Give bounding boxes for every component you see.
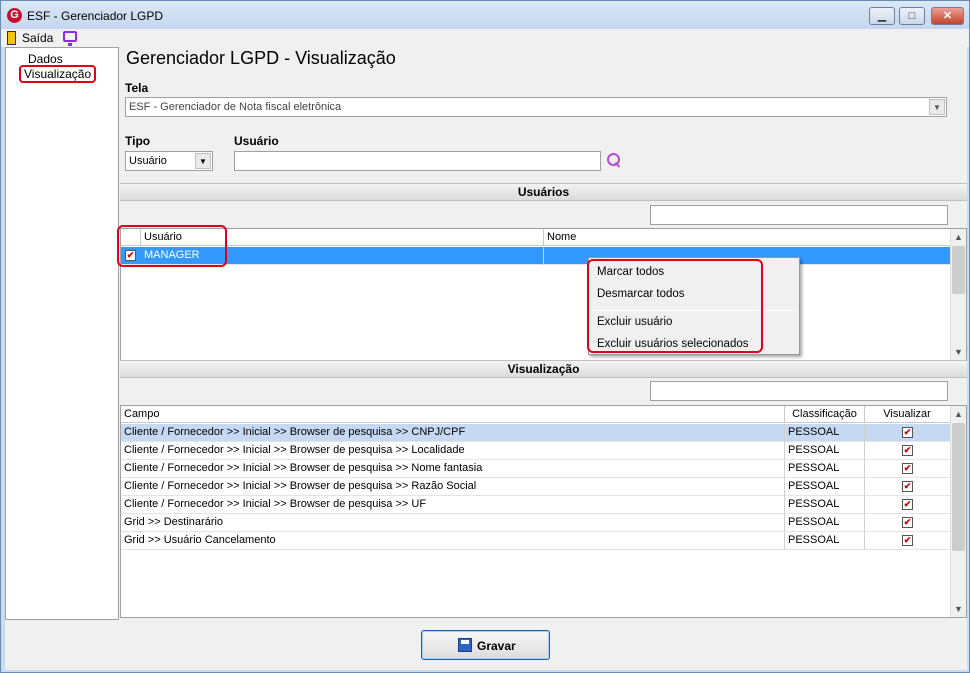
classificacao-cell: PESSOAL xyxy=(785,478,865,496)
users-table-scrollbar[interactable]: ▲ ▼ xyxy=(950,229,966,360)
scroll-up-icon[interactable]: ▲ xyxy=(951,229,966,245)
menu-item-desmarcar-todos[interactable]: Desmarcar todos xyxy=(597,288,685,300)
visualizar-checkbox[interactable]: ✔ xyxy=(902,499,913,510)
checkbox-column-header xyxy=(121,229,141,246)
maximize-button[interactable]: □ xyxy=(899,7,925,25)
scroll-down-icon[interactable]: ▼ xyxy=(951,601,966,617)
scroll-thumb[interactable] xyxy=(952,246,965,294)
tipo-select[interactable]: Usuário ▼ xyxy=(125,151,213,171)
table-row[interactable]: Cliente / Fornecedor >> Inicial >> Brows… xyxy=(121,496,951,514)
campo-cell: Cliente / Fornecedor >> Inicial >> Brows… xyxy=(121,460,785,478)
campo-cell: Grid >> Usuário Cancelamento xyxy=(121,532,785,550)
chevron-down-icon[interactable]: ▼ xyxy=(195,153,211,169)
view-search-input[interactable] xyxy=(650,381,948,401)
tela-label: Tela xyxy=(125,81,149,95)
column-header-visualizar[interactable]: Visualizar xyxy=(865,406,949,423)
row-checkbox[interactable]: ✔ xyxy=(125,250,136,261)
sidebar-item-dados[interactable]: Dados xyxy=(28,52,63,66)
usuario-cell: MANAGER xyxy=(141,247,544,265)
exit-menu-item[interactable]: Saída xyxy=(22,31,53,45)
view-table: Campo Classificação Visualizar Cliente /… xyxy=(120,405,967,618)
title-bar[interactable]: G ESF - Gerenciador LGPD ▁ □ ✕ xyxy=(1,1,969,29)
sidebar-item-visualizacao[interactable]: Visualização xyxy=(19,65,97,83)
classificacao-cell: PESSOAL xyxy=(785,424,865,442)
users-search-input[interactable] xyxy=(650,205,948,225)
visualizar-cell: ✔ xyxy=(865,532,949,550)
table-row[interactable]: Grid >> Usuário Cancelamento PESSOAL ✔ xyxy=(121,532,951,550)
close-button[interactable]: ✕ xyxy=(931,7,964,25)
visualizar-cell: ✔ xyxy=(865,442,949,460)
tipo-label: Tipo xyxy=(125,134,151,148)
page-title: Gerenciador LGPD - Visualização xyxy=(126,48,396,68)
column-header-nome[interactable]: Nome xyxy=(544,229,951,246)
minimize-button[interactable]: ▁ xyxy=(869,7,895,25)
classificacao-cell: PESSOAL xyxy=(785,532,865,550)
exit-door-icon[interactable] xyxy=(7,31,16,45)
campo-cell: Cliente / Fornecedor >> Inicial >> Brows… xyxy=(121,478,785,496)
tipo-select-value: Usuário xyxy=(129,155,167,167)
menu-separator xyxy=(593,310,795,311)
menu-bar: Saída xyxy=(1,29,969,47)
usuario-input[interactable] xyxy=(234,151,601,171)
floppy-disk-icon xyxy=(458,638,472,652)
context-menu: Marcar todos Desmarcar todos Excluir usu… xyxy=(588,257,800,355)
visualizar-checkbox[interactable]: ✔ xyxy=(902,535,913,546)
campo-cell: Grid >> Destinarário xyxy=(121,514,785,532)
scroll-up-icon[interactable]: ▲ xyxy=(951,406,966,422)
table-row[interactable]: Cliente / Fornecedor >> Inicial >> Brows… xyxy=(121,460,951,478)
save-button-label: Gravar xyxy=(477,639,516,653)
menu-item-excluir-usuario[interactable]: Excluir usuário xyxy=(597,316,672,328)
column-header-usuario[interactable]: Usuário xyxy=(141,229,544,246)
scroll-down-icon[interactable]: ▼ xyxy=(951,344,966,360)
classificacao-cell: PESSOAL xyxy=(785,496,865,514)
table-row[interactable]: Grid >> Destinarário PESSOAL ✔ xyxy=(121,514,951,532)
users-table: Usuário Nome ✔ MANAGER ▲ ▼ xyxy=(120,228,967,361)
row-checkbox-cell: ✔ xyxy=(121,247,141,265)
visualizar-checkbox[interactable]: ✔ xyxy=(902,517,913,528)
search-icon[interactable] xyxy=(605,152,623,170)
classificacao-cell: PESSOAL xyxy=(785,460,865,478)
campo-cell: Cliente / Fornecedor >> Inicial >> Brows… xyxy=(121,496,785,514)
visualizar-cell: ✔ xyxy=(865,424,949,442)
window-title: ESF - Gerenciador LGPD xyxy=(27,9,164,23)
scroll-thumb[interactable] xyxy=(952,423,965,551)
usuario-label: Usuário xyxy=(234,134,279,148)
tela-select-value: ESF - Gerenciador de Nota fiscal eletrôn… xyxy=(129,101,342,113)
table-row[interactable]: Cliente / Fornecedor >> Inicial >> Brows… xyxy=(121,442,951,460)
visualizar-cell: ✔ xyxy=(865,478,949,496)
visualizar-checkbox[interactable]: ✔ xyxy=(902,463,913,474)
visualizar-cell: ✔ xyxy=(865,514,949,532)
monitor-icon[interactable] xyxy=(63,31,77,46)
app-logo-icon: G xyxy=(7,8,22,23)
column-header-campo[interactable]: Campo xyxy=(121,406,785,423)
visualizar-cell: ✔ xyxy=(865,460,949,478)
campo-cell: Cliente / Fornecedor >> Inicial >> Brows… xyxy=(121,424,785,442)
chevron-down-icon[interactable]: ▼ xyxy=(929,99,945,115)
tela-select[interactable]: ESF - Gerenciador de Nota fiscal eletrôn… xyxy=(125,97,947,117)
view-table-scrollbar[interactable]: ▲ ▼ xyxy=(950,406,966,617)
users-table-header: Usuário Nome xyxy=(121,229,951,246)
visualizar-checkbox[interactable]: ✔ xyxy=(902,427,913,438)
visualizar-checkbox[interactable]: ✔ xyxy=(902,481,913,492)
main-area: Dados Visualização Gerenciador LGPD - Vi… xyxy=(5,47,967,670)
classificacao-cell: PESSOAL xyxy=(785,442,865,460)
sidebar-tree: Dados Visualização xyxy=(5,47,119,620)
classificacao-cell: PESSOAL xyxy=(785,514,865,532)
view-table-header: Campo Classificação Visualizar xyxy=(121,406,951,423)
app-window: G ESF - Gerenciador LGPD ▁ □ ✕ Saída Dad… xyxy=(0,0,970,673)
table-row[interactable]: Cliente / Fornecedor >> Inicial >> Brows… xyxy=(121,424,951,442)
column-header-classificacao[interactable]: Classificação xyxy=(785,406,865,423)
users-section-header: Usuários xyxy=(120,183,967,201)
menu-item-marcar-todos[interactable]: Marcar todos xyxy=(597,266,664,278)
visualizar-checkbox[interactable]: ✔ xyxy=(902,445,913,456)
save-button[interactable]: Gravar xyxy=(421,630,550,660)
table-row[interactable]: ✔ MANAGER xyxy=(121,247,951,265)
view-section-header: Visualização xyxy=(120,360,967,378)
campo-cell: Cliente / Fornecedor >> Inicial >> Brows… xyxy=(121,442,785,460)
table-row[interactable]: Cliente / Fornecedor >> Inicial >> Brows… xyxy=(121,478,951,496)
menu-item-excluir-selecionados[interactable]: Excluir usuários selecionados xyxy=(597,338,749,350)
visualizar-cell: ✔ xyxy=(865,496,949,514)
